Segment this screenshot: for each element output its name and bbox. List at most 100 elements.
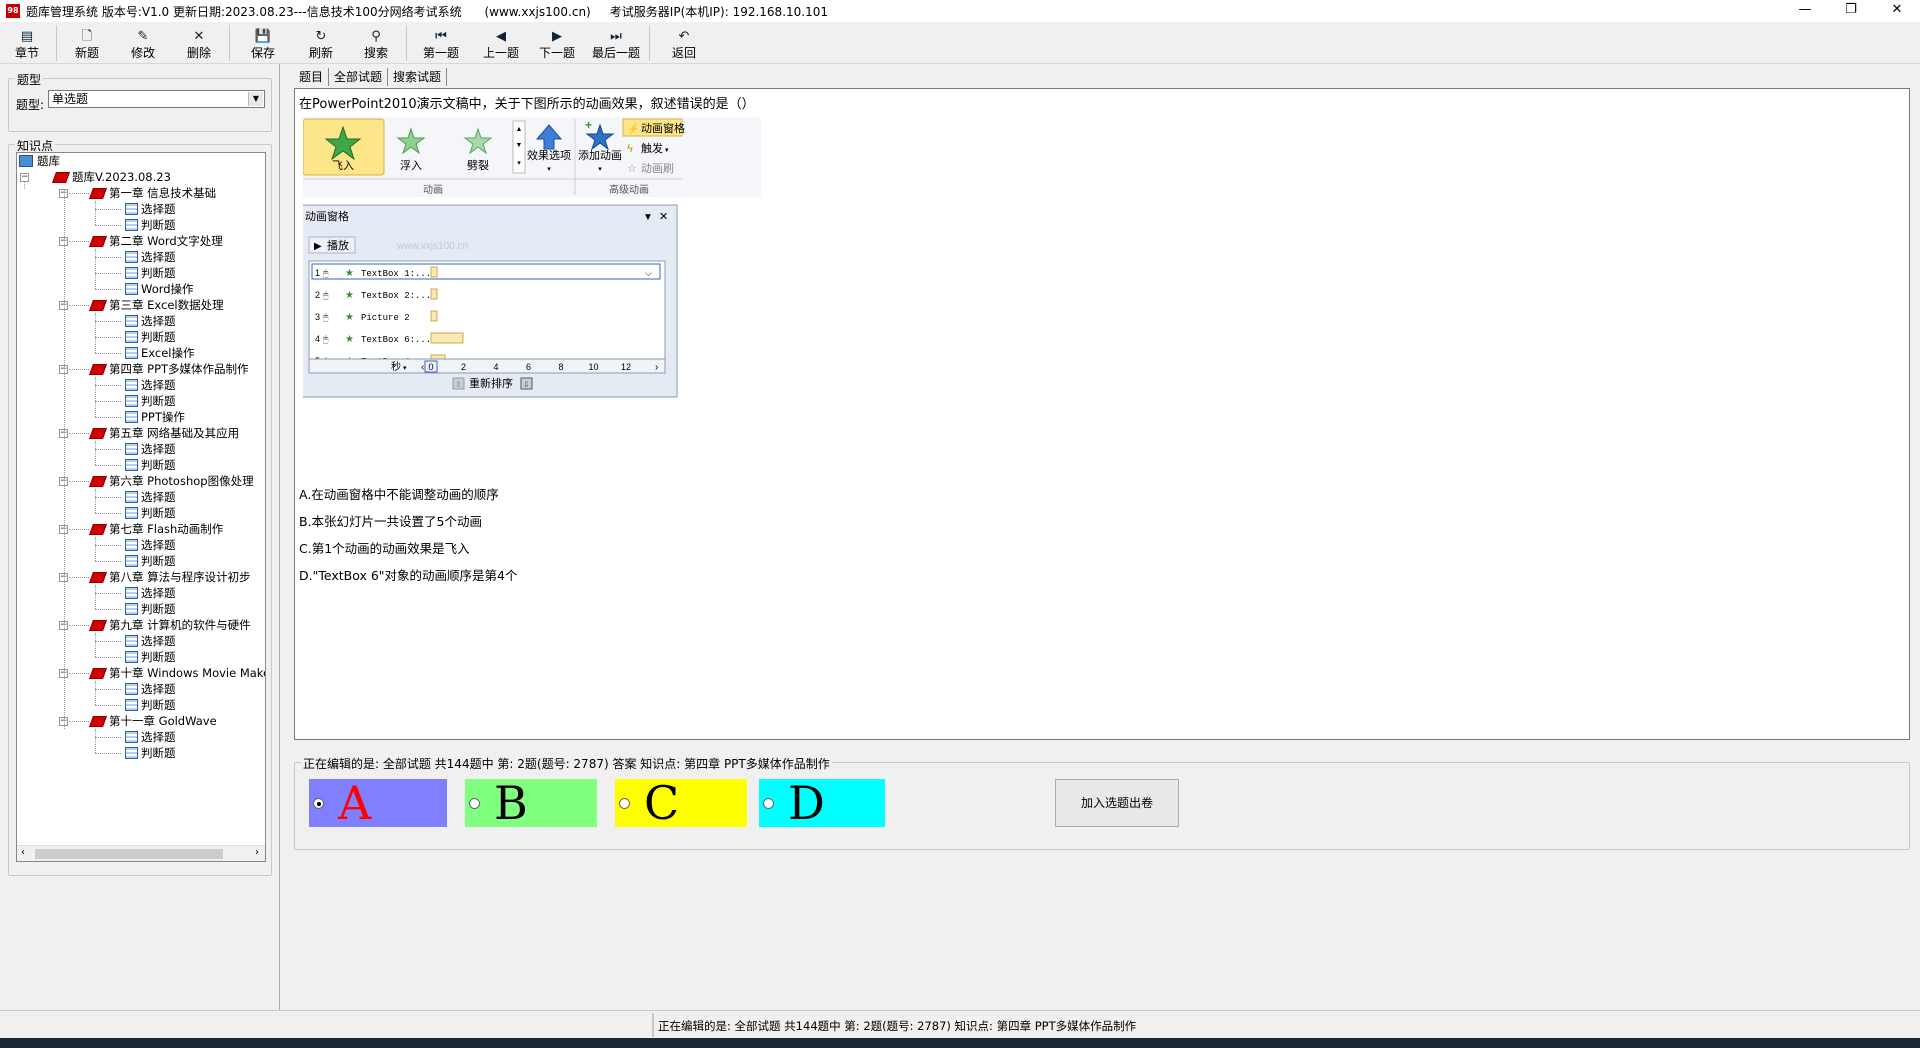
answer-choice-d[interactable]: D <box>759 779 885 827</box>
leaf-label: 判断题 <box>141 746 176 760</box>
tree-chapter-2[interactable]: 第二章 Word文字处理 <box>88 233 223 249</box>
timeline-bar <box>308 358 666 374</box>
prev-button[interactable]: ◀ 上一题 <box>473 23 529 63</box>
first-button[interactable]: ⏮ 第一题 <box>409 23 473 63</box>
tree-leaf[interactable]: 选择题 <box>125 441 176 457</box>
prev-icon: ◀ <box>496 29 506 44</box>
knowledge-tree[interactable]: 题库 − 题库V.2023.08.23− 第一章 信息技术基础 选择题 判断题 − 第二章 W… <box>16 152 266 862</box>
radio-button[interactable] <box>313 797 324 809</box>
answer-choice-a[interactable]: A <box>309 779 447 827</box>
refresh-button[interactable]: ↻ 刷新 <box>294 23 348 63</box>
tree-line <box>69 481 89 482</box>
tree-leaf[interactable]: 判断题 <box>125 745 176 761</box>
question-type-select[interactable]: 单选题 ▼ <box>48 90 265 108</box>
leaf-label: Excel操作 <box>141 346 195 360</box>
toolbar-label: 返回 <box>671 46 696 60</box>
chapter-button[interactable]: ▤ 章节 <box>0 23 54 63</box>
tree-leaf[interactable]: PPT操作 <box>125 409 185 425</box>
tree-leaf[interactable]: 选择题 <box>125 681 176 697</box>
close-button[interactable]: ✕ <box>1874 0 1920 22</box>
list-icon <box>125 587 138 599</box>
tree-leaf[interactable]: Word操作 <box>125 281 194 297</box>
edit-group: 正在编辑的是: 全部试题 共144题中 第: 2题(题号: 2787) 答案 知… <box>294 755 1910 850</box>
tree-chapter-4[interactable]: 第四章 PPT多媒体作品制作 <box>88 361 249 377</box>
timing-bar <box>430 332 464 344</box>
list-icon <box>125 411 138 423</box>
tree-line <box>24 181 25 189</box>
tree-leaf[interactable]: 判断题 <box>125 601 176 617</box>
tree-leaf[interactable]: 选择题 <box>125 537 176 553</box>
tree-leaf[interactable]: 判断题 <box>125 329 176 345</box>
tree-line <box>69 529 89 530</box>
tree-chapter-1[interactable]: 第一章 信息技术基础 <box>88 185 216 201</box>
tree-leaf[interactable]: Excel操作 <box>125 345 194 361</box>
tree-line <box>95 681 96 705</box>
effect-star-icon: ★ <box>345 334 354 345</box>
tree-leaf[interactable]: 判断题 <box>125 649 176 665</box>
radio-button[interactable] <box>469 797 480 809</box>
tree-leaf[interactable]: 选择题 <box>125 489 176 505</box>
edit-button[interactable]: ✎ 修改 <box>115 23 171 63</box>
new-button[interactable]: 🗋 新题 <box>59 23 115 63</box>
fly-in-label: 飞入 <box>332 160 354 172</box>
type-group-title: 题型 <box>15 71 44 88</box>
next-button[interactable]: ▶ 下一题 <box>529 23 585 63</box>
radio-button[interactable] <box>763 797 774 809</box>
tree-leaf[interactable]: 判断题 <box>125 217 176 233</box>
answer-letter: A <box>338 776 372 830</box>
mouse-click-icon: 🖱 <box>323 268 329 278</box>
tab-all-questions[interactable]: 全部试题 <box>329 68 389 86</box>
tree-line <box>95 313 96 353</box>
tree-leaf[interactable]: 选择题 <box>125 585 176 601</box>
tree-chapter-9[interactable]: 第九章 计算机的软件与硬件 <box>88 617 251 633</box>
leaf-label: 判断题 <box>141 218 176 232</box>
answer-choice-c[interactable]: C <box>615 779 747 827</box>
tree-line <box>69 369 89 370</box>
list-icon <box>125 699 138 711</box>
tree-leaf[interactable]: 判断题 <box>125 393 176 409</box>
tree-root[interactable]: 题库 <box>19 153 60 169</box>
tab-question[interactable]: 题目 <box>294 68 330 86</box>
svg-text:▾: ▾ <box>598 166 602 173</box>
tree-leaf[interactable]: 选择题 <box>125 633 176 649</box>
tab-search-questions[interactable]: 搜索试题 <box>388 68 448 86</box>
search-button[interactable]: ⚲ 搜索 <box>348 23 404 63</box>
tree-leaf[interactable]: 判断题 <box>125 697 176 713</box>
tree-leaf[interactable]: 选择题 <box>125 729 176 745</box>
tree-chapter-7[interactable]: 第七章 Flash动画制作 <box>88 521 223 537</box>
toolbar: ▤ 章节 🗋 新题 ✎ 修改 ✕ 删除 💾 保存 ↻ 刷新 ⚲ 搜索 ⏮ 第一题 ◀ 上一题 ▶ 下一题 ⏭ 最后一题 ↶ 返… <box>0 22 1920 64</box>
answer-choice-b[interactable]: B <box>465 779 597 827</box>
tree-leaf[interactable]: 选择题 <box>125 377 176 393</box>
radio-button[interactable] <box>619 797 630 809</box>
tree-leaf[interactable]: 判断题 <box>125 505 176 521</box>
add-to-paper-button[interactable]: 加入选题出卷 <box>1055 779 1179 827</box>
chevron-down-icon[interactable]: ▼ <box>248 92 263 106</box>
tree-leaf[interactable]: 判断题 <box>125 265 176 281</box>
tree-leaf[interactable]: 选择题 <box>125 249 176 265</box>
list-icon <box>125 731 138 743</box>
tree-chapter-11[interactable]: 第十一章 GoldWave <box>88 713 217 729</box>
tree-leaf[interactable]: 判断题 <box>125 457 176 473</box>
animation-item-name: Picture 2 <box>361 313 410 323</box>
scroll-right-icon[interactable]: › <box>255 847 259 858</box>
tree-chapter-10[interactable]: 第十章 Windows Movie Make <box>88 665 265 681</box>
maximize-button[interactable]: ❐ <box>1828 0 1874 22</box>
tree-chapter-5[interactable]: 第五章 网络基础及其应用 <box>88 425 240 441</box>
back-button[interactable]: ↶ 返回 <box>652 23 716 63</box>
tree-leaf[interactable]: 选择题 <box>125 201 176 217</box>
question-content[interactable]: 在PowerPoint2010演示文稿中，关于下图所示的动画效果，叙述错误的是（… <box>294 88 1910 740</box>
tree-chapter-8[interactable]: 第八章 算法与程序设计初步 <box>88 569 251 585</box>
minimize-button[interactable]: — <box>1782 0 1828 22</box>
scrollbar-thumb[interactable] <box>35 849 223 859</box>
tree-chapter-3[interactable]: 第三章 Excel数据处理 <box>88 297 224 313</box>
scroll-left-icon[interactable]: ‹ <box>21 847 25 858</box>
last-button[interactable]: ⏭ 最后一题 <box>585 23 647 63</box>
save-button[interactable]: 💾 保存 <box>232 23 294 63</box>
delete-button[interactable]: ✕ 删除 <box>171 23 227 63</box>
tree-bank[interactable]: 题库V.2023.08.23 <box>51 169 171 185</box>
tree-leaf[interactable]: 判断题 <box>125 553 176 569</box>
tree-leaf[interactable]: 选择题 <box>125 313 176 329</box>
tree-horizontal-scrollbar[interactable]: ‹ › <box>17 845 265 861</box>
chapter-label: 第五章 网络基础及其应用 <box>109 426 240 440</box>
tree-chapter-6[interactable]: 第六章 Photoshop图像处理 <box>88 473 254 489</box>
